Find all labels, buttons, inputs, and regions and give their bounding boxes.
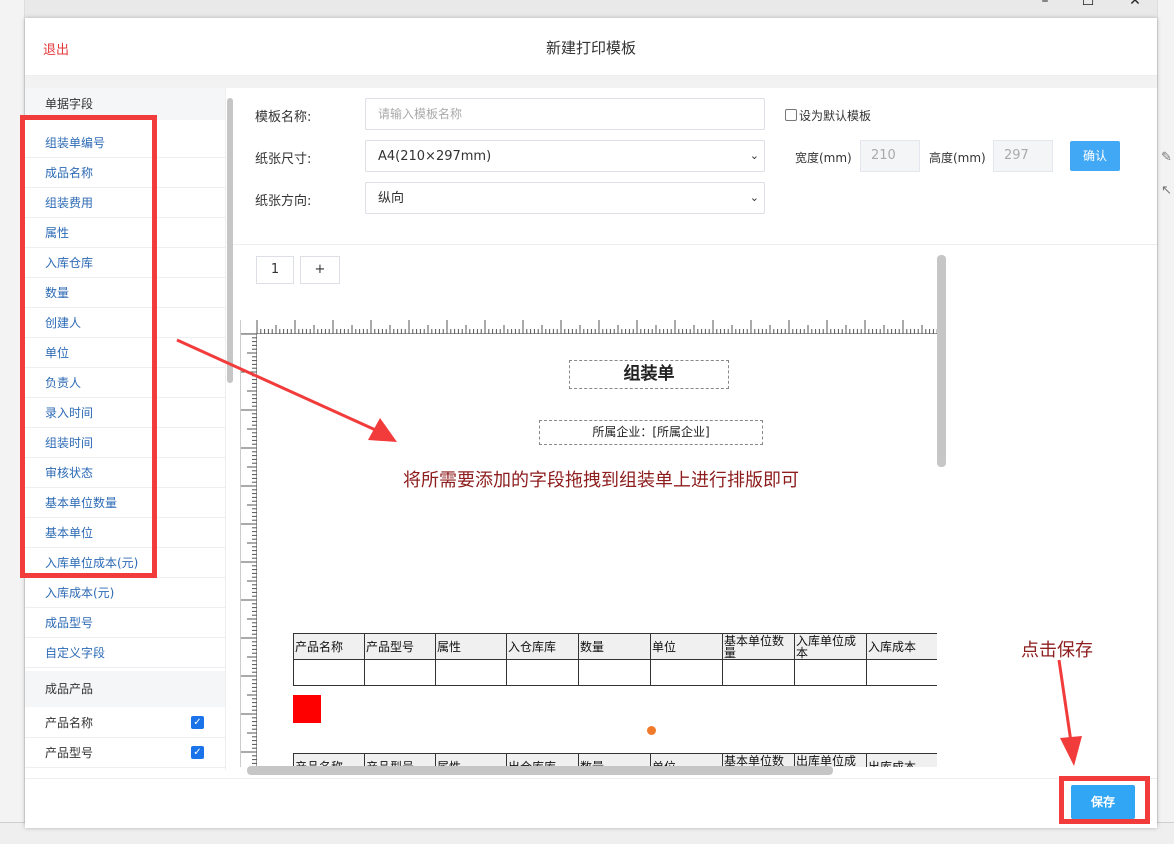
arrow-right-icon: [176, 338, 397, 442]
arrow-down-icon: [1057, 659, 1082, 766]
annotation-save-hint: 点击保存: [1021, 640, 1093, 661]
annotation-arrows: [176, 338, 1082, 766]
annotation-drag-hint: 将所需要添加的字段拖拽到组装单上进行排版即可: [403, 470, 799, 491]
